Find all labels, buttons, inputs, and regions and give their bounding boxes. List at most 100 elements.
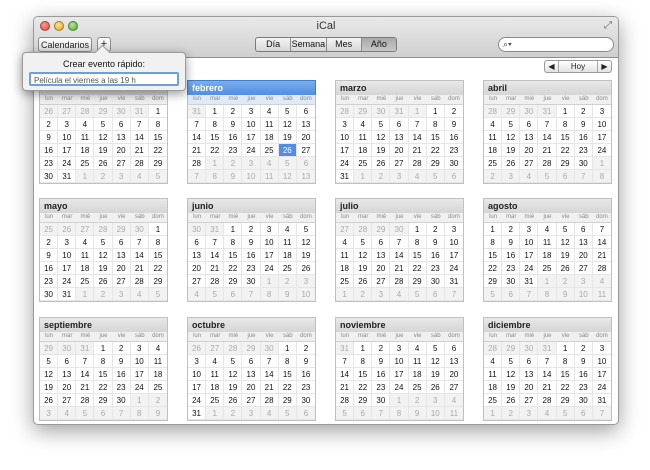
day-cell[interactable]: 7 — [242, 288, 261, 301]
day-cell[interactable]: 31 — [520, 275, 539, 288]
day-cell[interactable]: 25 — [76, 157, 95, 170]
day-cell[interactable]: 15 — [278, 368, 297, 381]
day-cell[interactable]: 3 — [336, 118, 355, 131]
day-cell[interactable]: 19 — [40, 381, 59, 394]
day-cell[interactable]: 24 — [592, 144, 611, 157]
day-cell[interactable]: 5 — [278, 105, 297, 118]
day-cell[interactable]: 17 — [444, 249, 463, 262]
day-cell[interactable]: 13 — [242, 368, 261, 381]
day-cell[interactable]: 31 — [130, 105, 149, 118]
day-cell[interactable]: 12 — [354, 249, 373, 262]
day-cell[interactable]: 31 — [206, 223, 225, 236]
day-cell[interactable]: 25 — [484, 157, 503, 170]
day-cell[interactable]: 13 — [188, 249, 207, 262]
day-cell[interactable]: 14 — [206, 249, 225, 262]
day-cell[interactable]: 17 — [592, 368, 611, 381]
day-cell[interactable]: 29 — [556, 157, 575, 170]
day-cell[interactable]: 28 — [130, 157, 149, 170]
day-cell[interactable]: 13 — [372, 249, 391, 262]
day-cell[interactable]: 2 — [278, 275, 297, 288]
day-cell[interactable]: 2 — [574, 105, 593, 118]
day-cell[interactable]: 5 — [426, 170, 445, 183]
day-cell[interactable]: 9 — [112, 355, 131, 368]
day-cell[interactable]: 20 — [520, 381, 539, 394]
day-cell[interactable]: 30 — [188, 223, 207, 236]
day-cell[interactable]: 5 — [336, 407, 355, 420]
month-header[interactable]: febrero — [187, 80, 316, 95]
day-cell[interactable]: 30 — [58, 342, 77, 355]
day-cell[interactable]: 3 — [502, 170, 521, 183]
day-cell[interactable]: 20 — [112, 144, 131, 157]
day-cell[interactable]: 3 — [520, 407, 539, 420]
day-cell[interactable]: 28 — [188, 157, 207, 170]
day-cell[interactable]: 1 — [224, 223, 243, 236]
day-cell[interactable]: 30 — [390, 223, 409, 236]
day-cell[interactable]: 5 — [538, 170, 557, 183]
day-cell[interactable]: 5 — [94, 236, 113, 249]
day-cell[interactable]: 2 — [40, 118, 59, 131]
day-cell[interactable]: 4 — [408, 170, 427, 183]
day-cell[interactable]: 9 — [574, 355, 593, 368]
day-cell[interactable]: 15 — [94, 368, 113, 381]
day-cell[interactable]: 1 — [556, 342, 575, 355]
day-cell[interactable]: 6 — [354, 407, 373, 420]
day-cell[interactable]: 9 — [40, 249, 59, 262]
day-cell[interactable]: 5 — [426, 342, 445, 355]
day-cell[interactable]: 28 — [538, 394, 557, 407]
day-cell[interactable]: 6 — [58, 355, 77, 368]
day-cell[interactable]: 3 — [242, 407, 261, 420]
day-cell[interactable]: 11 — [278, 236, 297, 249]
day-cell[interactable]: 7 — [336, 355, 355, 368]
day-cell[interactable]: 27 — [372, 275, 391, 288]
day-cell[interactable]: 6 — [444, 342, 463, 355]
day-cell[interactable]: 17 — [390, 368, 409, 381]
day-cell[interactable]: 14 — [538, 131, 557, 144]
day-cell[interactable]: 22 — [556, 381, 575, 394]
day-cell[interactable]: 7 — [130, 118, 149, 131]
day-cell[interactable]: 15 — [556, 131, 575, 144]
day-cell[interactable]: 2 — [372, 170, 391, 183]
day-cell[interactable]: 31 — [538, 342, 557, 355]
day-cell[interactable]: 4 — [188, 288, 207, 301]
day-cell[interactable]: 7 — [390, 236, 409, 249]
day-cell[interactable]: 6 — [296, 157, 315, 170]
day-cell[interactable]: 5 — [372, 118, 391, 131]
day-cell[interactable]: 8 — [484, 236, 503, 249]
day-cell[interactable]: 16 — [444, 131, 463, 144]
day-cell[interactable]: 4 — [484, 355, 503, 368]
day-cell[interactable]: 4 — [260, 157, 279, 170]
day-cell[interactable]: 9 — [444, 118, 463, 131]
day-cell[interactable]: 18 — [336, 262, 355, 275]
day-cell[interactable]: 17 — [130, 368, 149, 381]
day-cell[interactable]: 13 — [112, 249, 131, 262]
day-cell[interactable]: 6 — [242, 355, 261, 368]
day-cell[interactable]: 14 — [408, 131, 427, 144]
day-cell[interactable]: 31 — [592, 394, 611, 407]
day-cell[interactable]: 1 — [76, 170, 95, 183]
day-cell[interactable]: 4 — [520, 170, 539, 183]
day-cell[interactable]: 4 — [390, 288, 409, 301]
day-cell[interactable]: 28 — [224, 342, 243, 355]
day-cell[interactable]: 4 — [538, 407, 557, 420]
day-cell[interactable]: 1 — [484, 223, 503, 236]
day-cell[interactable]: 3 — [242, 105, 261, 118]
day-cell[interactable]: 31 — [58, 170, 77, 183]
day-cell[interactable]: 1 — [336, 288, 355, 301]
day-cell[interactable]: 3 — [40, 407, 59, 420]
day-cell[interactable]: 13 — [390, 131, 409, 144]
day-cell[interactable]: 2 — [296, 342, 315, 355]
day-cell[interactable]: 11 — [354, 131, 373, 144]
tab-mes[interactable]: Mes — [327, 38, 362, 51]
day-cell[interactable]: 27 — [390, 157, 409, 170]
day-cell[interactable]: 18 — [484, 381, 503, 394]
day-cell[interactable]: 8 — [556, 118, 575, 131]
day-cell[interactable]: 1 — [538, 275, 557, 288]
day-cell[interactable]: 6 — [296, 407, 315, 420]
day-cell[interactable]: 21 — [130, 262, 149, 275]
day-cell[interactable]: 23 — [372, 381, 391, 394]
day-cell[interactable]: 5 — [206, 288, 225, 301]
day-cell[interactable]: 6 — [574, 223, 593, 236]
day-cell[interactable]: 2 — [224, 407, 243, 420]
day-cell[interactable]: 1 — [390, 394, 409, 407]
day-cell[interactable]: 4 — [260, 407, 279, 420]
